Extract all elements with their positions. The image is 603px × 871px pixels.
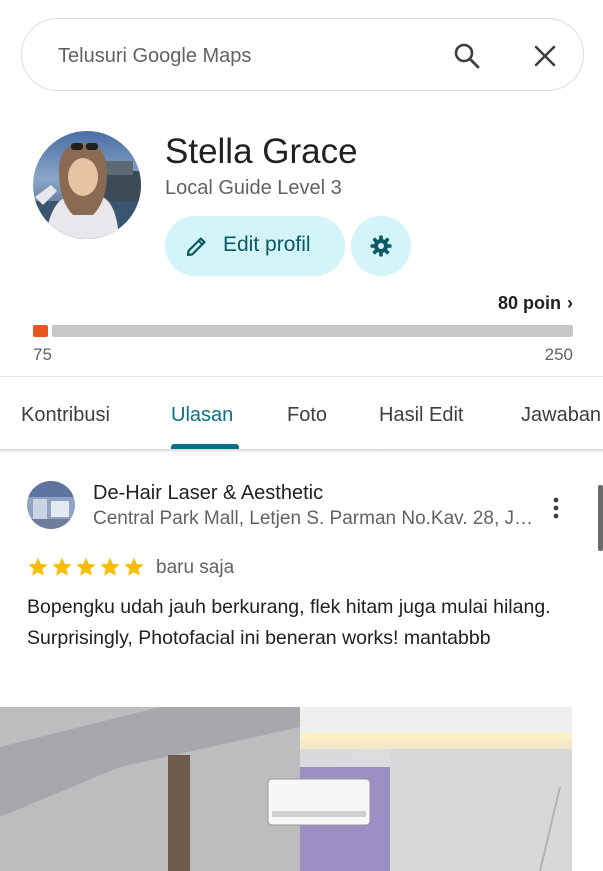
review-time: baru saja [156,557,235,578]
progress-min-label: 75 [33,345,52,364]
clear-search-button[interactable] [530,41,560,71]
progress-max-label: 250 [544,345,573,364]
local-guide-level: Local Guide Level 3 [165,177,342,199]
points-label: 80 poin [497,293,561,313]
search-input[interactable] [58,43,438,69]
chevron-right-icon: › [567,293,573,313]
edit-profile-button[interactable]: Edit profil [165,216,345,276]
tab-hasil-edit[interactable]: Hasil Edit [379,404,463,427]
profile-avatar[interactable] [33,131,141,239]
review-photo[interactable] [0,707,572,871]
tabs-shadow [0,449,603,453]
place-thumbnail[interactable] [27,481,75,529]
star-icon [76,557,96,576]
points-progress-fill [33,325,48,337]
tab-foto[interactable]: Foto [287,404,327,427]
search-icon [454,43,480,69]
search-bar [21,18,584,91]
scrollbar[interactable] [598,485,603,551]
more-vert-icon [553,497,559,519]
pencil-icon [186,237,206,257]
gear-icon [370,235,392,257]
place-address: Central Park Mall, Letjen S. Parman No.K… [93,508,533,529]
more-options-button[interactable] [544,494,568,522]
settings-button[interactable] [351,216,411,276]
search-button[interactable] [452,41,482,71]
profile-tabs: Kontribusi Ulasan Foto Hasil Edit Jawaba… [0,377,603,451]
points-progress-bar [33,325,573,337]
profile-name: Stella Grace [165,132,358,171]
star-icon [100,557,120,576]
points-link[interactable]: 80 poin › [498,293,573,314]
points-progress-remaining [52,325,573,337]
tab-jawaban[interactable]: Jawaban [521,404,601,427]
star-icon [124,557,144,576]
place-name[interactable]: De-Hair Laser & Aesthetic [93,482,323,505]
tab-ulasan[interactable]: Ulasan [171,404,233,427]
edit-profile-label: Edit profil [223,233,311,256]
tab-kontribusi[interactable]: Kontribusi [21,404,110,427]
review-text: Bopengku udah jauh berkurang, flek hitam… [27,596,551,649]
star-rating [27,556,147,580]
star-icon [52,557,72,576]
star-icon [28,557,48,576]
close-icon [534,45,556,67]
